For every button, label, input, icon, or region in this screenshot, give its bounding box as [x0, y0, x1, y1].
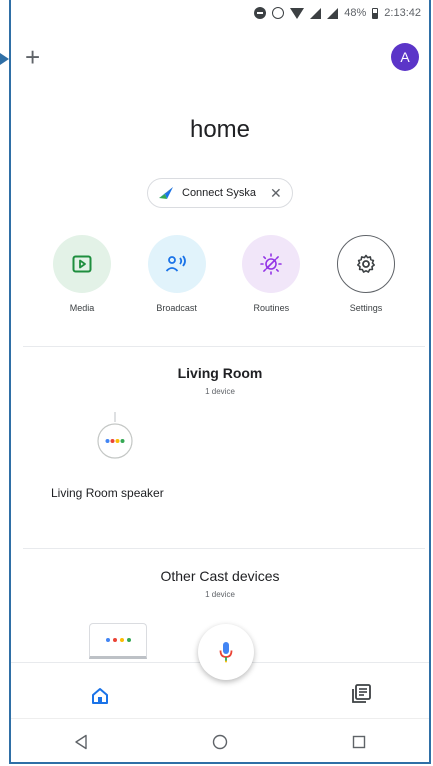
divider [23, 346, 425, 347]
device-label[interactable]: Living Room speaker [51, 486, 164, 500]
top-bar: + A [11, 40, 429, 80]
settings-label: Settings [349, 303, 383, 313]
chip-label: Connect Syska [182, 187, 256, 199]
do-not-disturb-icon [254, 7, 267, 19]
phone-frame: 48% 2:13:42 + A home Connect Syska ✕ Med… [9, 0, 431, 764]
battery-percent: 48% [344, 7, 367, 19]
broadcast-icon [165, 255, 186, 272]
media-circle [53, 235, 111, 293]
routines-icon [260, 253, 283, 275]
add-icon[interactable]: + [25, 44, 40, 70]
media-label: Media [69, 303, 95, 313]
play-icon [72, 255, 92, 273]
room-device-count: 1 device [205, 387, 235, 396]
syska-arrow-icon [159, 187, 173, 199]
wifi-icon [290, 7, 305, 19]
home-circle-icon[interactable] [208, 730, 232, 754]
page-title: home [189, 116, 251, 143]
signal-icon-2 [327, 7, 339, 19]
media-button[interactable]: Media [35, 235, 129, 313]
frame-pointer [0, 53, 9, 65]
avatar-initial: A [400, 49, 410, 65]
other-device-count: 1 device [205, 590, 235, 599]
status-bar: 48% 2:13:42 [11, 0, 429, 26]
broadcast-circle [147, 235, 206, 293]
alarm-icon [272, 7, 285, 19]
divider [23, 548, 425, 549]
mic-icon [219, 642, 233, 663]
other-devices-title: Other Cast devices [160, 568, 280, 584]
google-dots [105, 638, 131, 642]
room-title[interactable]: Living Room [11, 365, 429, 381]
home-tab-icon[interactable] [90, 686, 110, 706]
cast-device-icon[interactable] [89, 623, 147, 659]
avatar[interactable]: A [391, 43, 419, 71]
battery-icon [372, 7, 379, 19]
clock: 2:13:42 [384, 7, 421, 19]
routines-button[interactable]: Routines [224, 235, 318, 313]
settings-circle [336, 235, 395, 293]
routines-label: Routines [253, 303, 290, 313]
recents-icon[interactable] [347, 730, 371, 754]
feed-tab-icon[interactable] [350, 683, 371, 703]
mic-button[interactable] [198, 624, 254, 680]
gear-icon [356, 254, 375, 273]
routines-circle [242, 235, 301, 293]
signal-icon [310, 7, 322, 19]
quick-actions: Media Broadcast Routines Settings [35, 235, 413, 313]
back-icon[interactable] [69, 730, 93, 754]
connect-syska-chip[interactable]: Connect Syska ✕ [147, 178, 293, 208]
system-navigation [11, 718, 429, 765]
settings-button[interactable]: Settings [319, 235, 413, 313]
speaker-icon[interactable] [91, 412, 139, 462]
broadcast-label: Broadcast [156, 303, 197, 313]
chip-close-icon[interactable]: ✕ [270, 185, 282, 202]
broadcast-button[interactable]: Broadcast [130, 235, 224, 313]
